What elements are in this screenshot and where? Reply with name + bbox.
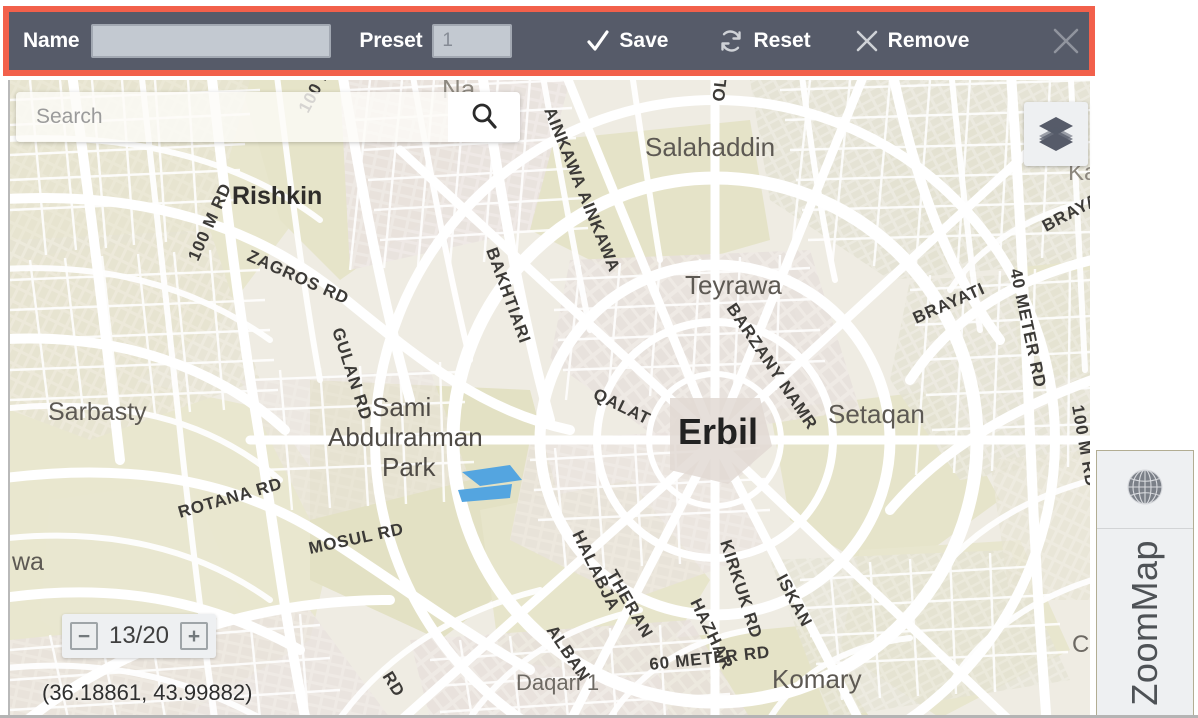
map-label-wa: wa	[11, 548, 44, 576]
name-label: Name	[23, 29, 80, 52]
map-label-sarbasty: Sarbasty	[48, 398, 147, 426]
preset-toolbar: Name Preset Save Re	[3, 6, 1095, 76]
search-input[interactable]	[16, 92, 448, 142]
globe-icon	[1122, 464, 1168, 515]
zoommap-side-panel: ZoomMap	[1096, 450, 1194, 718]
map-label-setaqan: Setaqan	[828, 399, 925, 429]
check-icon	[586, 29, 610, 53]
zoom-level-readout: 13/20	[108, 622, 170, 649]
svg-text:Abdulrahman: Abdulrahman	[328, 422, 483, 452]
reset-button-label: Reset	[753, 29, 811, 52]
close-icon[interactable]	[1049, 24, 1083, 58]
map-search-bar	[16, 92, 520, 142]
remove-button-label: Remove	[887, 29, 970, 52]
preset-label: Preset	[359, 29, 423, 52]
map-label-erbil: Erbil	[678, 411, 758, 452]
zoom-in-button[interactable]: +	[180, 622, 208, 650]
zoommap-application: Salahaddin Rishkin Teyrawa Sarbasty Seta…	[0, 0, 1198, 718]
zoom-control: − 13/20 +	[62, 614, 216, 658]
save-button-label: Save	[619, 29, 669, 52]
globe-button[interactable]	[1097, 451, 1193, 529]
zoommap-panel-title: ZoomMap	[1124, 540, 1165, 706]
svg-text:Park: Park	[382, 452, 436, 482]
map-left-gutter	[0, 78, 8, 718]
map-label-ch: Ch	[1072, 631, 1090, 658]
reset-button[interactable]: Reset	[718, 28, 811, 54]
svg-text:Sami: Sami	[372, 392, 431, 422]
save-button[interactable]: Save	[586, 29, 668, 53]
layers-button[interactable]	[1024, 102, 1088, 166]
x-icon	[855, 29, 879, 53]
name-input[interactable]	[91, 24, 332, 58]
map-label-salahaddin: Salahaddin	[645, 132, 775, 162]
search-button[interactable]	[448, 92, 520, 142]
zoom-out-button[interactable]: −	[70, 622, 98, 650]
preset-toolbar-inner: Name Preset Save Re	[9, 12, 1089, 70]
map-label-teyrawa: Teyrawa	[685, 270, 782, 300]
map-label-komary: Komary	[772, 664, 862, 694]
coordinate-readout: (36.18861, 43.99882)	[42, 680, 253, 705]
map-label-rishkin: Rishkin	[232, 182, 322, 210]
zoommap-panel-toggle[interactable]: ZoomMap	[1097, 529, 1193, 717]
remove-button[interactable]: Remove	[855, 29, 970, 53]
search-icon	[469, 101, 499, 134]
layers-icon	[1035, 111, 1077, 158]
refresh-icon	[718, 28, 744, 54]
preset-input[interactable]	[432, 24, 513, 58]
